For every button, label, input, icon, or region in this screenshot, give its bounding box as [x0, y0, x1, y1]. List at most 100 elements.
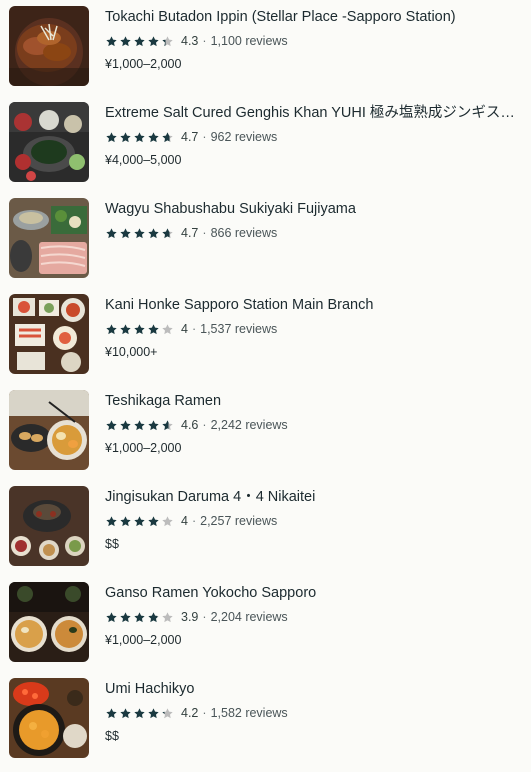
star-filled-icon: [134, 323, 145, 334]
price-range: $$: [105, 729, 119, 743]
restaurant-photo[interactable]: [9, 486, 89, 566]
star-rating: [105, 35, 175, 48]
restaurant-item[interactable]: Umi Hachikyo 4.2 · 1,582 reviews $$: [0, 672, 531, 768]
star-filled-icon: [120, 707, 131, 718]
restaurant-photo[interactable]: [9, 198, 89, 278]
restaurant-name[interactable]: Wagyu Shabushabu Sukiyaki Fujiyama: [105, 200, 520, 218]
star-empty-icon: [162, 323, 173, 334]
rating-row: 4 · 2,257 reviews: [105, 512, 277, 530]
restaurant-name[interactable]: Kani Honke Sapporo Station Main Branch: [105, 296, 520, 314]
star-rating: [105, 515, 175, 528]
star-filled-icon: [120, 227, 131, 238]
separator: ·: [202, 226, 207, 240]
star-filled-icon: [148, 707, 159, 718]
rating-value: 4.6: [181, 418, 199, 432]
review-count: 1,582 reviews: [210, 706, 288, 720]
star-filled-icon: [106, 227, 117, 238]
restaurant-item[interactable]: Tokachi Butadon Ippin (Stellar Place -Sa…: [0, 0, 531, 96]
restaurant-item[interactable]: Ganso Ramen Yokocho Sapporo 3.9 · 2,204 …: [0, 576, 531, 672]
review-count: 866 reviews: [210, 226, 278, 240]
restaurant-name[interactable]: Jingisukan Daruma 4・4 Nikaitei: [105, 488, 520, 506]
star-filled-icon: [134, 707, 145, 718]
rating-row: 4.2 · 1,582 reviews: [105, 704, 288, 722]
star-filled-icon: [148, 515, 159, 526]
review-count: 2,242 reviews: [210, 418, 288, 432]
review-count: 2,204 reviews: [210, 610, 288, 624]
restaurant-photo[interactable]: [9, 678, 89, 758]
star-filled-icon: [148, 131, 159, 142]
star-filled-icon: [134, 611, 145, 622]
restaurant-name[interactable]: Tokachi Butadon Ippin (Stellar Place -Sa…: [105, 8, 520, 26]
restaurant-item[interactable]: Wagyu Shabushabu Sukiyaki Fujiyama 4.7 ·…: [0, 192, 531, 288]
star-filled-icon: [120, 419, 131, 430]
rating-value: 3.9: [181, 610, 199, 624]
rating-value: 4: [181, 322, 188, 336]
review-count: 1,100 reviews: [210, 34, 288, 48]
star-filled-icon: [148, 227, 159, 238]
rating-row: 4.7 · 962 reviews: [105, 128, 277, 146]
price-range: ¥4,000–5,000: [105, 153, 182, 167]
restaurant-photo[interactable]: [9, 6, 89, 86]
star-filled-icon: [106, 323, 117, 334]
star-filled-icon: [106, 515, 117, 526]
star-filled-icon: [120, 515, 131, 526]
star-half-icon: [148, 611, 159, 622]
star-rating: [105, 611, 175, 624]
restaurant-item[interactable]: Teshikaga Ramen 4.6 · 2,242 reviews ¥1,0…: [0, 384, 531, 480]
star-half-icon: [162, 419, 173, 430]
rating-row: 4.6 · 2,242 reviews: [105, 416, 288, 434]
price-range: ¥1,000–2,000: [105, 57, 182, 71]
rating-row: 4.3 · 1,100 reviews: [105, 32, 288, 50]
rating-value: 4.7: [181, 130, 199, 144]
star-filled-icon: [106, 419, 117, 430]
restaurant-item[interactable]: Jingisukan Daruma 4・4 Nikaitei 4 · 2,257…: [0, 480, 531, 576]
price-range: ¥1,000–2,000: [105, 633, 182, 647]
restaurant-list: Tokachi Butadon Ippin (Stellar Place -Sa…: [0, 0, 531, 772]
review-count: 2,257 reviews: [200, 514, 278, 528]
rating-value: 4: [181, 514, 188, 528]
star-filled-icon: [134, 131, 145, 142]
rating-row: 4 · 1,537 reviews: [105, 320, 277, 338]
star-half-icon: [162, 131, 173, 142]
rating-value: 4.3: [181, 34, 199, 48]
separator: ·: [202, 34, 207, 48]
restaurant-name[interactable]: Teshikaga Ramen: [105, 392, 520, 410]
separator: ·: [202, 418, 207, 432]
separator: ·: [191, 322, 197, 336]
rating-value: 4.2: [181, 706, 199, 720]
star-half-icon: [162, 227, 173, 238]
star-filled-icon: [148, 419, 159, 430]
rating-value: 4.7: [181, 226, 199, 240]
star-filled-icon: [106, 131, 117, 142]
star-filled-icon: [106, 707, 117, 718]
star-filled-icon: [134, 419, 145, 430]
star-filled-icon: [148, 323, 159, 334]
star-half-icon: [162, 35, 173, 46]
star-filled-icon: [148, 35, 159, 46]
restaurant-name[interactable]: Umi Hachikyo: [105, 680, 520, 698]
star-filled-icon: [134, 227, 145, 238]
star-rating: [105, 131, 175, 144]
star-rating: [105, 419, 175, 432]
star-filled-icon: [120, 35, 131, 46]
separator: ·: [191, 514, 197, 528]
review-count: 962 reviews: [210, 130, 278, 144]
price-range: ¥1,000–2,000: [105, 441, 182, 455]
restaurant-photo[interactable]: [9, 102, 89, 182]
rating-row: 3.9 · 2,204 reviews: [105, 608, 288, 626]
restaurant-photo[interactable]: [9, 582, 89, 662]
restaurant-photo[interactable]: [9, 390, 89, 470]
star-filled-icon: [134, 515, 145, 526]
star-rating: [105, 707, 175, 720]
restaurant-name[interactable]: Extreme Salt Cured Genghis Khan YUHI 極み塩…: [105, 104, 520, 122]
restaurant-item[interactable]: Extreme Salt Cured Genghis Khan YUHI 極み塩…: [0, 96, 531, 192]
restaurant-item[interactable]: Kani Honke Sapporo Station Main Branch 4…: [0, 288, 531, 384]
star-filled-icon: [120, 611, 131, 622]
price-range: $$: [105, 537, 119, 551]
star-half-icon: [162, 707, 173, 718]
restaurant-name[interactable]: Ganso Ramen Yokocho Sapporo: [105, 584, 520, 602]
star-filled-icon: [120, 131, 131, 142]
restaurant-photo[interactable]: [9, 294, 89, 374]
star-rating: [105, 323, 175, 336]
star-filled-icon: [134, 35, 145, 46]
